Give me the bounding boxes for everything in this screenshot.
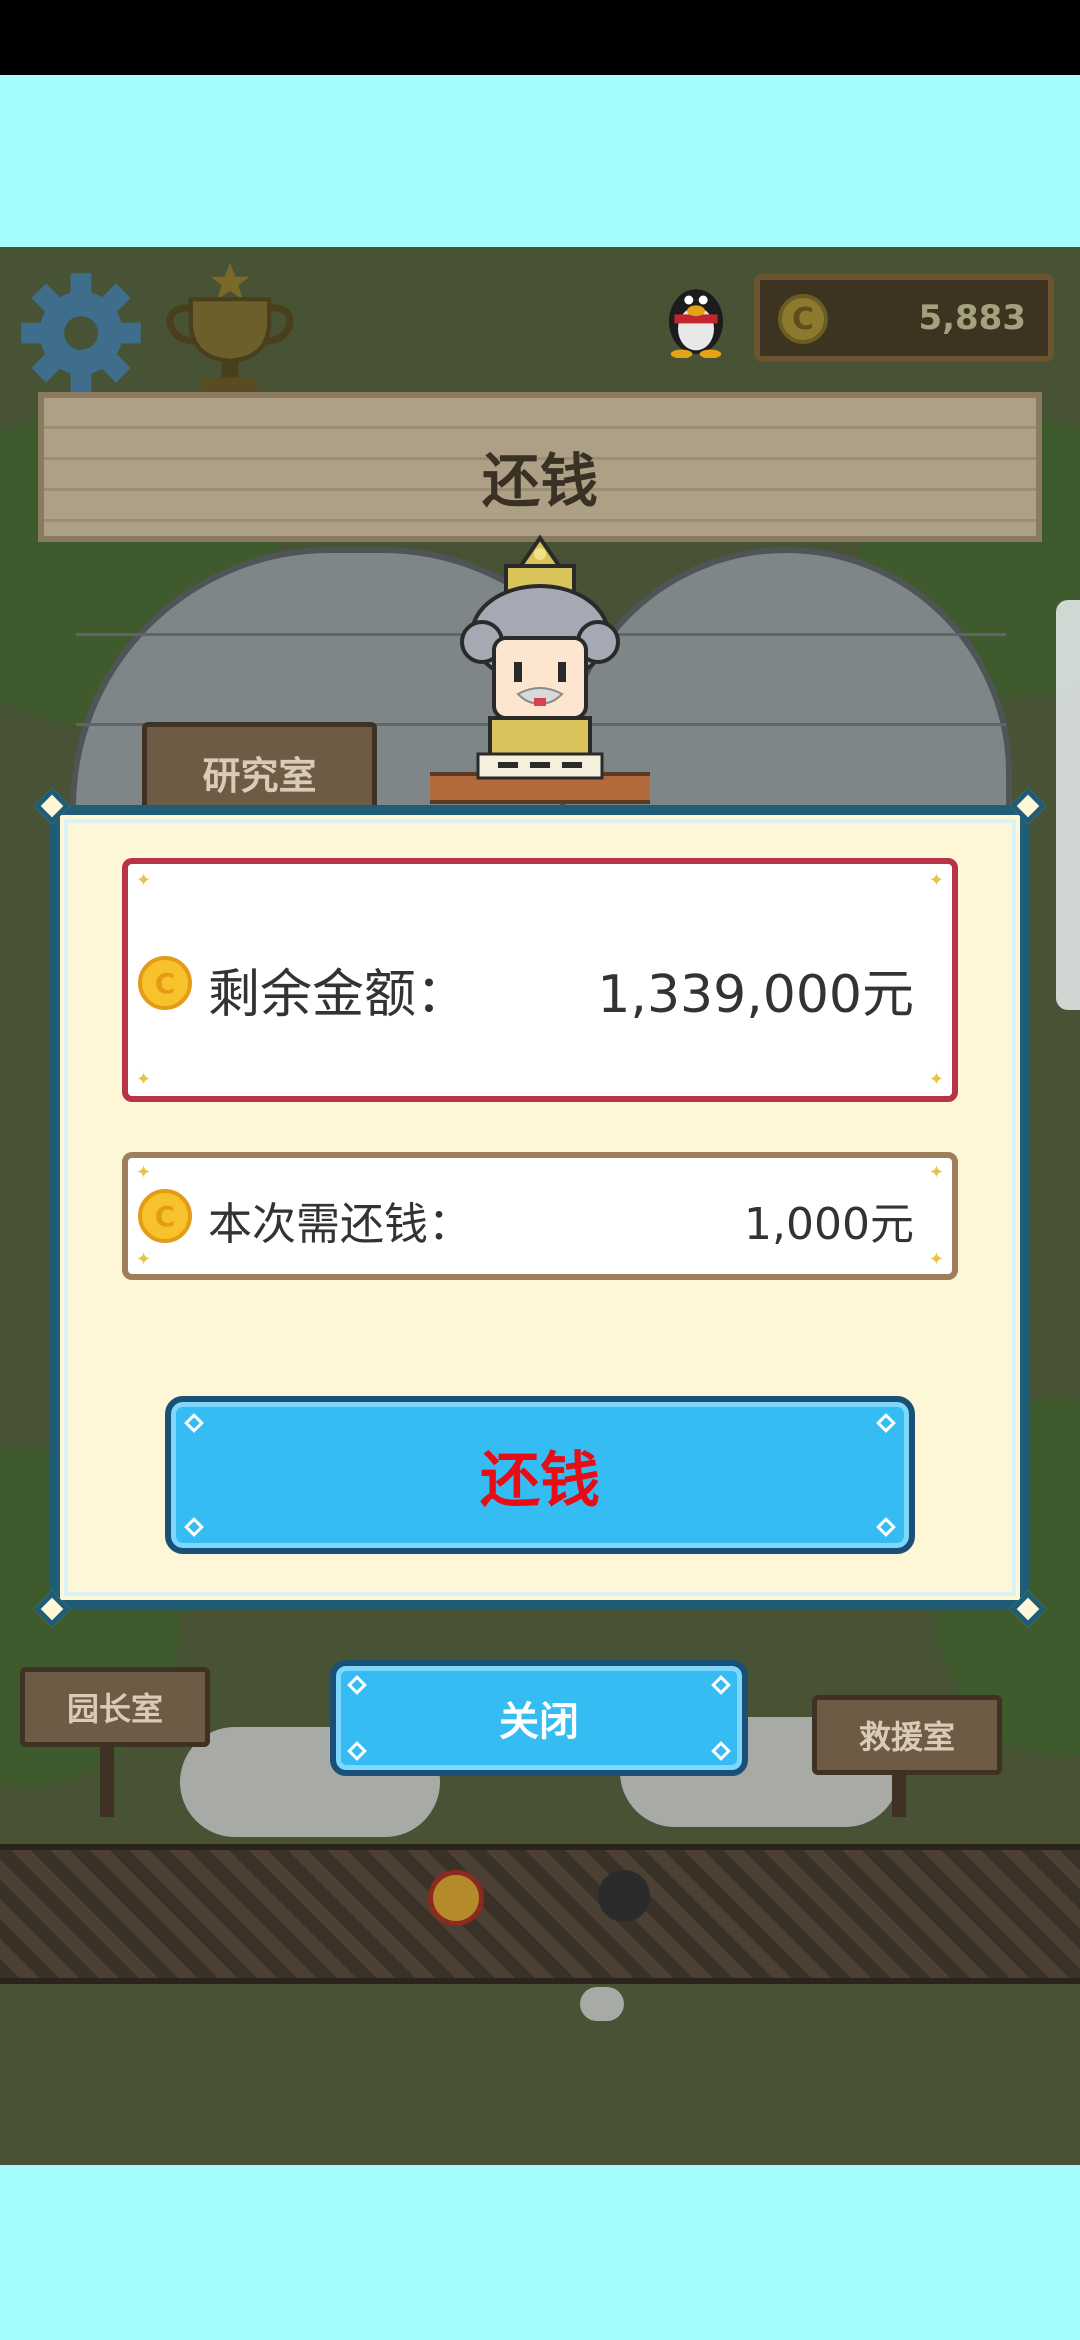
- close-button[interactable]: 关闭: [330, 1660, 748, 1776]
- repay-button-label: 还钱: [480, 1445, 600, 1516]
- dark-ball-icon[interactable]: [598, 1870, 650, 1922]
- remaining-value: 1,339,000元: [597, 965, 914, 1025]
- repay-amount-value: 1,000元: [744, 1199, 914, 1250]
- repay-amount-label: 本次需还钱：: [208, 1199, 472, 1250]
- remaining-label: 剩余金额：: [208, 965, 469, 1025]
- status-bar: [0, 0, 1080, 75]
- edge-scroll-handle[interactable]: [1056, 600, 1080, 1010]
- old-man-character: [430, 534, 650, 804]
- title-banner: 还钱: [38, 392, 1042, 542]
- trophy-icon[interactable]: [160, 260, 300, 400]
- page-title: 还钱: [481, 447, 598, 515]
- coin-icon: C: [778, 294, 828, 344]
- sign-rescue[interactable]: 救援室: [812, 1695, 1002, 1775]
- sign-director[interactable]: 园长室: [20, 1667, 210, 1747]
- repay-button[interactable]: 还钱: [165, 1396, 915, 1554]
- close-button-label: 关闭: [499, 1699, 579, 1745]
- coin-icon: C: [138, 956, 192, 1010]
- repay-amount-card: ✦ ✦ ✦ ✦ C 本次需还钱： 1,000元: [122, 1152, 958, 1280]
- qq-penguin-icon[interactable]: [660, 278, 732, 358]
- gear-icon[interactable]: [16, 268, 146, 398]
- coin-count: 5,883: [918, 298, 1026, 338]
- coin-icon: C: [138, 1189, 192, 1243]
- remaining-amount-card: ✦ ✦ ✦ ✦ C 剩余金额： 1,339,000元: [122, 858, 958, 1102]
- cloud: [580, 1987, 624, 2021]
- cobblestone-path: [0, 1844, 1080, 1984]
- coin-counter: C 5,883: [754, 274, 1054, 362]
- coin-on-path-icon[interactable]: [428, 1870, 484, 1926]
